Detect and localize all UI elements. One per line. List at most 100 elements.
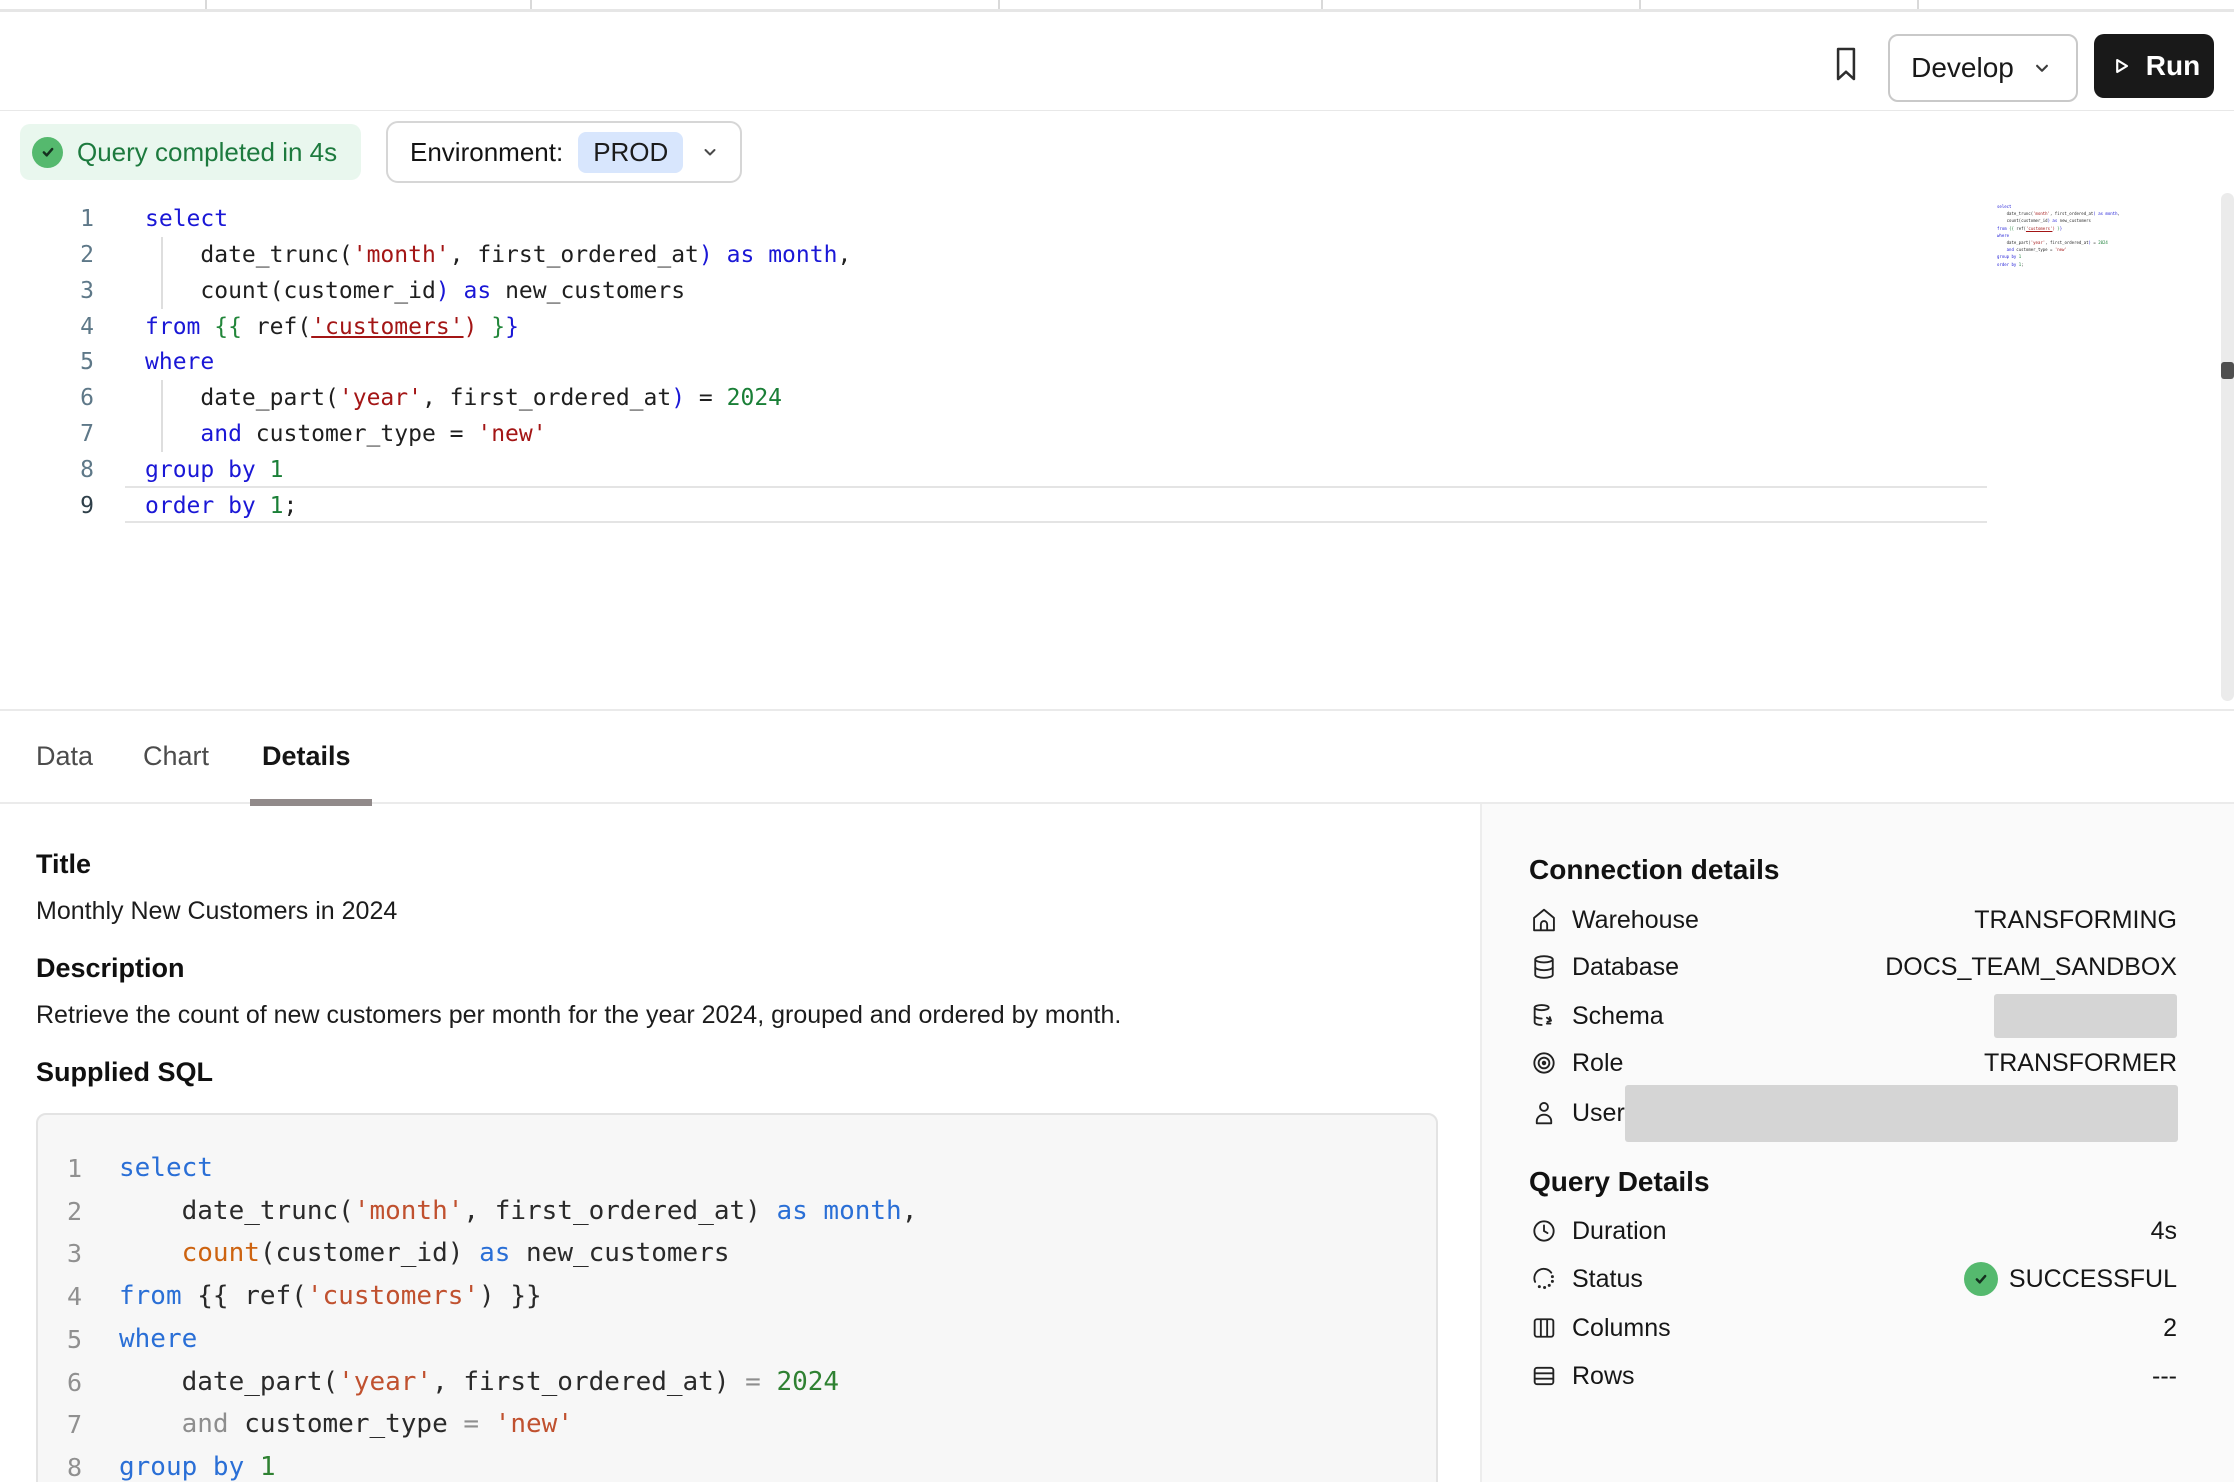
- bookmark-icon[interactable]: [1824, 36, 1868, 92]
- duration-value-text: 4s: [2151, 1217, 2177, 1246]
- warehouse-icon: [1530, 906, 1558, 934]
- minimap-line: from {{ ref('customers') }}: [1997, 225, 2117, 232]
- rows-value: ---: [2152, 1362, 2177, 1391]
- title-heading: Title: [36, 849, 91, 880]
- editor-code-line[interactable]: where: [145, 344, 214, 380]
- supplied-sql-code: group by 1: [119, 1446, 276, 1482]
- play-icon: [2108, 53, 2134, 79]
- editor-code-line[interactable]: group by 1: [145, 452, 284, 488]
- top-strip-divider: [1321, 0, 1323, 9]
- top-strip-divider: [1639, 0, 1641, 9]
- supplied-sql-line: 5 where: [38, 1318, 197, 1361]
- results-tabbar: Data Chart Details: [0, 709, 2234, 804]
- user-icon: [1530, 1099, 1558, 1127]
- warehouse-value-text: TRANSFORMING: [1974, 906, 2177, 935]
- supplied-sql-line: 3 count(customer_id) as new_customers: [38, 1232, 730, 1275]
- user-label: User: [1572, 1099, 1625, 1128]
- run-button[interactable]: Run: [2094, 34, 2214, 98]
- supplied-sql-code: select: [119, 1147, 213, 1190]
- editor-code-line[interactable]: from {{ ref('customers') }}: [145, 309, 519, 345]
- schema-value: [1994, 994, 2177, 1038]
- database-value: DOCS_TEAM_SANDBOX: [1885, 953, 2177, 982]
- rows-icon: [1530, 1362, 1558, 1390]
- columns-value-text: 2: [2163, 1314, 2177, 1343]
- run-button-label: Run: [2146, 50, 2200, 82]
- minimap-line: where: [1997, 232, 2117, 239]
- success-check-icon: [32, 137, 63, 168]
- query-details-heading: Query Details: [1529, 1166, 1710, 1198]
- role-value-text: TRANSFORMER: [1984, 1049, 2177, 1078]
- supplied-sql-code: where: [119, 1318, 197, 1361]
- rows-value-text: ---: [2152, 1362, 2177, 1391]
- tab-details[interactable]: Details: [262, 711, 351, 802]
- sql-editor[interactable]: select date_trunc('month', first_ordered…: [0, 183, 2234, 709]
- connection-details-heading: Connection details: [1529, 854, 1779, 886]
- editor-code-line[interactable]: date_part('year', first_ordered_at) = 20…: [145, 380, 782, 416]
- editor-line-number: 7: [34, 416, 94, 452]
- database-label: Database: [1572, 953, 1679, 982]
- top-strip-divider: [530, 0, 532, 9]
- scrollbar-track[interactable]: [2221, 193, 2234, 701]
- redacted-value: [1625, 1085, 2178, 1142]
- duration-value: 4s: [2151, 1217, 2177, 1246]
- supplied-sql-line: 6 date_part('year', first_ordered_at) = …: [38, 1361, 839, 1404]
- status-label: Status: [1572, 1265, 1643, 1294]
- role-row: Role TRANSFORMER: [1482, 1039, 2234, 1087]
- tab-data[interactable]: Data: [36, 711, 93, 802]
- query-status-badge: Query completed in 4s: [20, 124, 361, 180]
- tab-chart[interactable]: Chart: [143, 711, 209, 802]
- editor-minimap[interactable]: select date_trunc('month', first_ordered…: [1997, 203, 2117, 268]
- warehouse-row: WarehouseTRANSFORMING: [1482, 896, 2234, 944]
- active-line-highlight: [125, 486, 1987, 523]
- top-strip-divider: [205, 0, 207, 9]
- supplied-sql-line-number: 2: [38, 1190, 82, 1233]
- columns-label: Columns: [1572, 1314, 1671, 1343]
- clock-icon: [1530, 1217, 1558, 1245]
- editor-line-number: 6: [34, 380, 94, 416]
- top-strip-divider: [1917, 0, 1919, 9]
- supplied-sql-line-number: 1: [38, 1147, 82, 1190]
- editor-line-number: 3: [34, 273, 94, 309]
- develop-button[interactable]: Develop: [1888, 34, 2078, 102]
- supplied-sql-heading: Supplied SQL: [36, 1057, 213, 1088]
- rows-label: Rows: [1572, 1362, 1635, 1391]
- role-icon: [1530, 1049, 1558, 1077]
- supplied-sql-line-number: 7: [38, 1403, 82, 1446]
- user-row: User: [1482, 1089, 2234, 1137]
- editor-code-line[interactable]: date_trunc('month', first_ordered_at) as…: [145, 237, 851, 273]
- supplied-sql-line: 4 from {{ ref('customers') }}: [38, 1275, 542, 1318]
- columns-icon: [1530, 1314, 1558, 1342]
- duration-label: Duration: [1572, 1217, 1667, 1246]
- duration-row: Duration 4s: [1482, 1207, 2234, 1255]
- supplied-sql-line: 1 select: [38, 1147, 213, 1190]
- supplied-sql-line-number: 5: [38, 1318, 82, 1361]
- app-window: Develop Run Query completed in 4s Enviro…: [0, 0, 2234, 1482]
- status-value-text: SUCCESSFUL: [2009, 1265, 2177, 1294]
- editor-code-line[interactable]: count(customer_id) as new_customers: [145, 273, 685, 309]
- scrollbar-thumb[interactable]: [2221, 362, 2234, 379]
- supplied-sql-code: date_trunc('month', first_ordered_at) as…: [119, 1190, 917, 1233]
- rows-row: Rows ---: [1482, 1352, 2234, 1400]
- editor-line-number: 4: [34, 309, 94, 345]
- minimap-line: group by 1: [1997, 253, 2117, 260]
- status-row: Status SUCCESSFUL: [1482, 1255, 2234, 1303]
- success-check-icon: [1964, 1262, 1998, 1296]
- editor-line-number: 9: [34, 488, 94, 524]
- supplied-sql-code: count(customer_id) as new_customers: [119, 1232, 730, 1275]
- supplied-sql-line: 8group by 1: [38, 1446, 276, 1482]
- supplied-sql-code: from {{ ref('customers') }}: [119, 1275, 542, 1318]
- editor-code-line[interactable]: order by 1;: [145, 488, 297, 524]
- develop-button-label: Develop: [1911, 52, 2014, 84]
- status-value: SUCCESSFUL: [1964, 1262, 2177, 1296]
- editor-code-line[interactable]: and customer_type = 'new': [145, 416, 547, 452]
- schema-icon: [1530, 1002, 1558, 1030]
- supplied-sql-line-number: 4: [38, 1275, 82, 1318]
- environment-dropdown[interactable]: Environment: PROD: [386, 121, 742, 183]
- editor-code-line[interactable]: select: [145, 201, 228, 237]
- supplied-sql-code: date_part('year', first_ordered_at) = 20…: [119, 1361, 839, 1404]
- database-row: Database DOCS_TEAM_SANDBOX: [1482, 943, 2234, 991]
- supplied-sql-code: and customer_type = 'new': [119, 1403, 573, 1446]
- top-strip-divider: [998, 0, 1000, 9]
- role-label: Role: [1572, 1049, 1623, 1078]
- editor-line-number: 5: [34, 344, 94, 380]
